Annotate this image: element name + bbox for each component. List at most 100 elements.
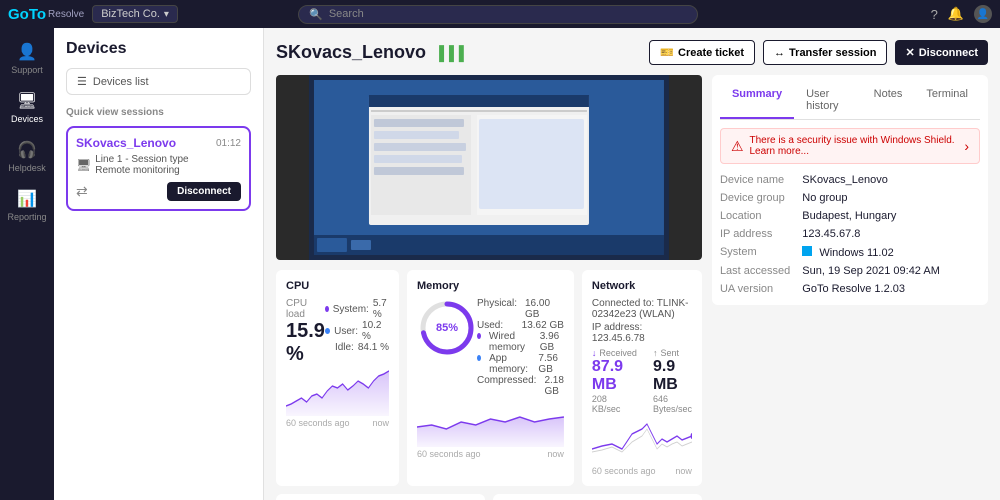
sidebar-item-reporting[interactable]: 📊 Reporting <box>0 183 54 228</box>
device-info-section: Summary User history Notes Terminal ⚠ Th… <box>712 75 988 305</box>
security-alert: ⚠ There is a security issue with Windows… <box>720 128 980 164</box>
cpu-system-label: System: <box>333 304 369 315</box>
location-value: Budapest, Hungary <box>802 208 980 224</box>
down-arrow-icon: ↓ <box>592 348 597 358</box>
last-accessed-value: Sun, 19 Sep 2021 09:42 AM <box>802 263 980 279</box>
session-timer: 01:12 <box>216 138 241 149</box>
transfer-icon: ↔ <box>774 47 785 59</box>
reconnect-icon[interactable]: ⇄ <box>76 183 88 200</box>
device-info-grid: Device name SKovacs_Lenovo Device group … <box>720 172 980 297</box>
memory-chart-right: now <box>547 449 564 459</box>
session-actions: ⇄ Disconnect <box>76 182 241 201</box>
network-chart <box>592 414 692 464</box>
device-name: SKovacs_Lenovo <box>276 42 426 63</box>
session-name[interactable]: SKovacs_Lenovo <box>76 136 176 150</box>
sidebar-label-reporting: Reporting <box>7 212 46 222</box>
tab-user-history[interactable]: User history <box>794 83 862 119</box>
cpu-system-row: System: 5.7 % <box>325 298 389 320</box>
memory-percent: 85% <box>436 322 458 334</box>
sidebar-item-support[interactable]: 👤 Support <box>0 36 54 81</box>
used-label: Used: <box>477 320 503 331</box>
location-label: Location <box>720 208 790 224</box>
topbar-right: ? 🔔 👤 <box>931 5 992 23</box>
system-label: System <box>720 244 790 261</box>
cpu-title: CPU <box>286 280 389 292</box>
memory-chart <box>417 397 564 447</box>
memory-circle: 85% <box>417 298 477 358</box>
help-icon[interactable]: ? <box>931 7 938 22</box>
cpu-user-value: 10.2 % <box>362 320 389 342</box>
memory-app-row: App memory: 7.56 GB <box>477 353 564 375</box>
transfer-session-button[interactable]: ↔ Transfer session <box>763 40 887 65</box>
logo: GoTo Resolve <box>8 6 84 23</box>
cpu-idle-label: Idle: <box>335 342 354 353</box>
cpu-load-label: CPU load <box>286 298 325 320</box>
disconnect-button[interactable]: ✕ Disconnect <box>895 40 988 65</box>
network-chart-left: 60 seconds ago <box>592 466 656 476</box>
search-bar[interactable]: 🔍 Search <box>298 5 698 24</box>
two-col-layout: CPU CPU load 15.9 % System: 5.7 % <box>276 75 988 500</box>
sent-item: ↑ Sent 9.9 MB 646 Bytes/sec <box>653 348 692 414</box>
left-panel: Devices ☰ Devices list Quick view sessio… <box>54 28 264 500</box>
device-name-value: SKovacs_Lenovo <box>802 172 980 188</box>
signal-strength-icon: ▐▐▐ <box>434 45 464 61</box>
devices-icon: 🖥 <box>17 91 37 111</box>
alert-icon: ⚠ <box>731 138 744 155</box>
memory-body: 85% Physical: 16.00 GB Used: 13.62 GB <box>417 298 564 397</box>
tab-summary[interactable]: Summary <box>720 83 794 119</box>
tab-notes[interactable]: Notes <box>862 83 915 119</box>
session-disconnect-button[interactable]: Disconnect <box>167 182 241 201</box>
cpu-idle-row: Idle: 84.1 % <box>325 342 389 353</box>
create-ticket-button[interactable]: 🎫 Create ticket <box>649 40 755 65</box>
cpu-idle-value: 84.1 % <box>358 342 389 353</box>
memory-physical-row: Physical: 16.00 GB <box>477 298 564 320</box>
sidebar-item-devices[interactable]: 🖥 Devices <box>0 85 54 130</box>
metrics-row: CPU CPU load 15.9 % System: 5.7 % <box>276 270 702 486</box>
wired-value: 3.96 GB <box>540 331 564 353</box>
app-label: App memory: <box>489 353 530 375</box>
tab-terminal[interactable]: Terminal <box>914 83 980 119</box>
alert-chevron-icon[interactable]: › <box>964 138 969 154</box>
device-group-label: Device group <box>720 190 790 206</box>
wired-dot <box>477 333 481 339</box>
ip-value: 123.45.67.8 <box>802 226 980 242</box>
cpu-card: CPU CPU load 15.9 % System: 5.7 % <box>276 270 399 486</box>
system-dot <box>325 306 329 312</box>
screen-preview <box>276 75 702 260</box>
logical-drives-card: Logical drives <box>493 494 702 500</box>
received-rate: 208 KB/sec <box>592 394 637 414</box>
bottom-row: Processes Applications 🔍 Logical drives <box>276 494 702 500</box>
cpu-user-row: User: 10.2 % <box>325 320 389 342</box>
panel-title: Devices <box>66 40 251 58</box>
network-ip-label: IP address: <box>592 322 642 333</box>
list-icon: ☰ <box>77 75 87 88</box>
devices-list-button[interactable]: ☰ Devices list <box>66 68 251 95</box>
sidebar-item-helpdesk[interactable]: 🎧 Helpdesk <box>0 134 54 179</box>
cpu-chart <box>286 366 389 416</box>
memory-details: Physical: 16.00 GB Used: 13.62 GB Wired … <box>477 298 564 397</box>
topbar: GoTo Resolve BizTech Co. ▾ 🔍 Search ? 🔔 … <box>0 0 1000 28</box>
device-title: SKovacs_Lenovo ▐▐▐ <box>276 42 464 63</box>
company-selector[interactable]: BizTech Co. ▾ <box>92 5 178 23</box>
cpu-chart-left: 60 seconds ago <box>286 418 350 428</box>
avatar[interactable]: 👤 <box>974 5 992 23</box>
notifications-icon[interactable]: 🔔 <box>948 6 964 22</box>
chevron-down-icon: ▾ <box>164 9 169 20</box>
device-group-value: No group <box>802 190 980 206</box>
helpdesk-icon: 🎧 <box>17 140 37 160</box>
cpu-body: CPU load 15.9 % System: 5.7 % <box>286 298 389 366</box>
connected-label: Connected to: <box>592 298 654 309</box>
compressed-value: 2.18 GB <box>544 375 563 397</box>
info-tabs: Summary User history Notes Terminal <box>720 83 980 120</box>
user-dot <box>325 328 330 334</box>
memory-title: Memory <box>417 280 564 292</box>
right-info-panel: Summary User history Notes Terminal ⚠ Th… <box>712 75 988 500</box>
monitor-icon: 🖥 <box>76 158 91 172</box>
memory-wired-row: Wired memory 3.96 GB <box>477 331 564 353</box>
app-dot <box>477 355 481 361</box>
up-arrow-icon: ↑ <box>653 348 658 358</box>
used-value: 13.62 GB <box>522 320 564 331</box>
network-ip-row: IP address: 123.45.6.78 <box>592 322 692 344</box>
network-chart-labels: 60 seconds ago now <box>592 466 692 476</box>
compressed-label: Compressed: <box>477 375 536 397</box>
